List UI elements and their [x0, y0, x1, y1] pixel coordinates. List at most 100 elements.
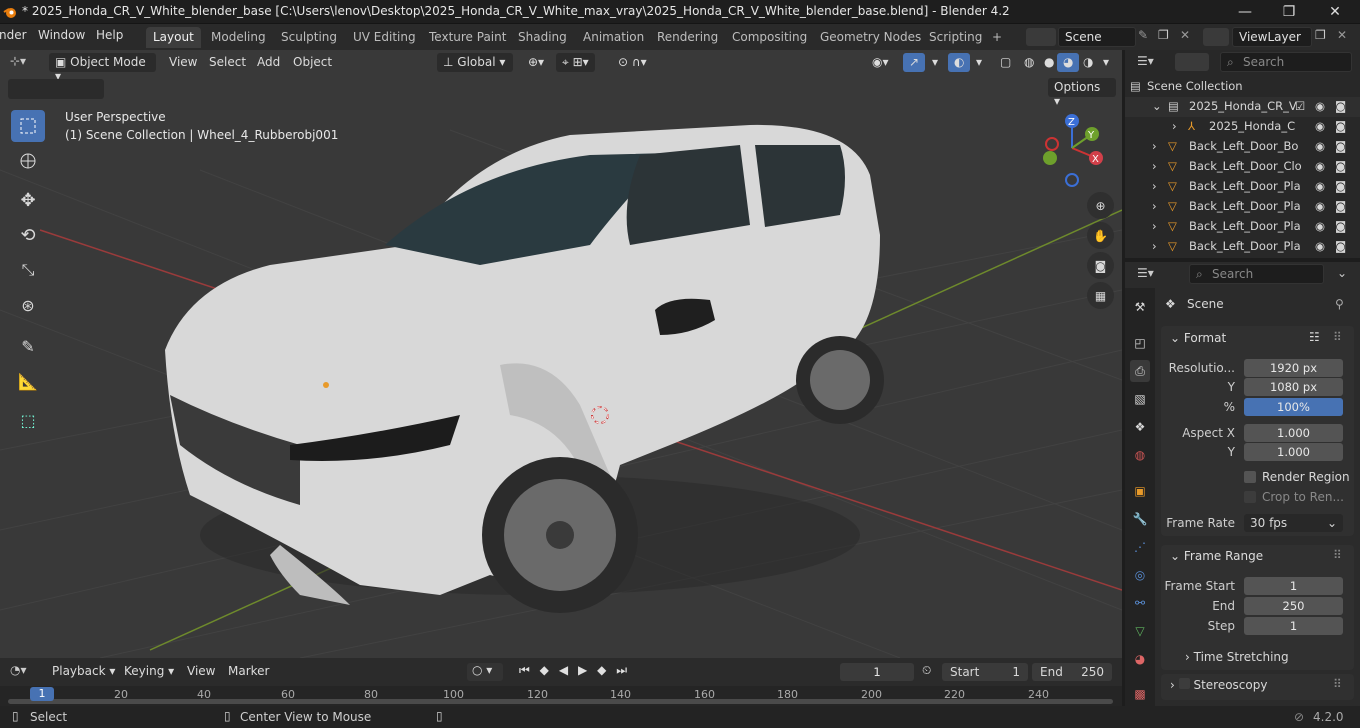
- drag-handle-icon[interactable]: ⠿: [1333, 548, 1342, 562]
- new-scene-icon[interactable]: ❐: [1158, 28, 1169, 42]
- display-mode-icon[interactable]: [1175, 53, 1209, 71]
- playback-menu[interactable]: Playback ▾: [46, 662, 121, 681]
- frame-rate-dropdown[interactable]: 30 fps ⌄: [1244, 514, 1343, 532]
- timer-icon[interactable]: ⏲: [922, 663, 931, 678]
- end-frame-field[interactable]: End 250: [1032, 663, 1112, 681]
- car-model[interactable]: [150, 115, 890, 635]
- eye-icon[interactable]: ◉: [1315, 159, 1325, 173]
- crop-checkbox[interactable]: [1244, 491, 1256, 503]
- object-tab-icon[interactable]: ▣: [1130, 480, 1150, 502]
- render-region-checkbox[interactable]: [1244, 471, 1256, 483]
- resolution-percentage-slider[interactable]: 100%: [1244, 398, 1343, 416]
- frame-range-header[interactable]: ⌄ Frame Range: [1170, 549, 1263, 563]
- physics-tab-icon[interactable]: ◎: [1130, 564, 1150, 586]
- data-tab-icon[interactable]: ▽: [1130, 620, 1150, 642]
- prev-keyframe-icon[interactable]: ◆: [540, 663, 549, 681]
- outliner-row[interactable]: › ⅄ 2025_Honda_C ◉ ◙: [1125, 117, 1360, 137]
- drag-handle-icon[interactable]: ⠿: [1333, 330, 1342, 344]
- options-chevron-icon[interactable]: ⌄: [1337, 266, 1347, 280]
- outliner-row[interactable]: › ▽ Back_Left_Door_Bo ◉ ◙: [1125, 137, 1360, 157]
- selection-mode-icons[interactable]: [8, 79, 104, 99]
- tab-compositing[interactable]: Compositing: [725, 27, 814, 48]
- 3d-cursor-icon[interactable]: [589, 404, 611, 426]
- jump-end-icon[interactable]: ⏭: [616, 663, 627, 681]
- texture-tab-icon[interactable]: ▩: [1130, 683, 1150, 705]
- camera-icon[interactable]: ◙: [1335, 219, 1346, 233]
- gizmo-dropdown-icon[interactable]: ▾: [926, 53, 944, 72]
- playhead[interactable]: 1: [30, 687, 54, 701]
- view-layer-tab-icon[interactable]: ▧: [1130, 388, 1150, 410]
- presets-icon[interactable]: ☷: [1309, 330, 1320, 344]
- next-keyframe-icon[interactable]: ◆: [597, 663, 606, 681]
- resolution-x-field[interactable]: 1920 px: [1244, 359, 1343, 377]
- menu-view[interactable]: View: [163, 53, 203, 72]
- eye-icon[interactable]: ◉: [1315, 179, 1325, 193]
- camera-icon[interactable]: ◙: [1335, 119, 1346, 133]
- tab-scripting[interactable]: Scripting: [922, 27, 989, 48]
- start-frame-field[interactable]: Start 1: [942, 663, 1028, 681]
- outliner-row[interactable]: › ▽ Back_Left_Door_Pla ◉ ◙: [1125, 217, 1360, 237]
- aspect-x-field[interactable]: 1.000: [1244, 424, 1343, 442]
- output-tab-icon[interactable]: ⎙: [1130, 360, 1150, 382]
- marker-menu[interactable]: Marker: [222, 662, 275, 681]
- close-button[interactable]: ✕: [1312, 0, 1358, 24]
- format-header[interactable]: ⌄ Format: [1170, 331, 1226, 345]
- add-workspace-button[interactable]: +: [985, 27, 1009, 48]
- annotate-tool[interactable]: ✎: [11, 330, 45, 362]
- overlays-dropdown-icon[interactable]: ▾: [970, 53, 988, 72]
- frame-start-field[interactable]: 1: [1244, 577, 1343, 595]
- scene-selector-icon[interactable]: [1026, 28, 1056, 46]
- stereoscopy-checkbox[interactable]: [1178, 678, 1190, 689]
- time-stretching-subpanel[interactable]: › Time Stretching: [1185, 650, 1289, 664]
- modifiers-tab-icon[interactable]: 🔧: [1130, 508, 1150, 530]
- particles-tab-icon[interactable]: ⋰: [1130, 536, 1150, 558]
- menu-window[interactable]: Window: [33, 28, 90, 42]
- scene-field[interactable]: Scene: [1058, 27, 1136, 47]
- tab-rendering[interactable]: Rendering: [650, 27, 725, 48]
- outliner-row[interactable]: › ▽ Back_Left_Door_Pla ◉ ◙: [1125, 197, 1360, 217]
- rotate-tool[interactable]: ⟲: [11, 219, 45, 251]
- checkbox-icon[interactable]: ☑: [1295, 99, 1305, 113]
- measure-tool[interactable]: 📐: [11, 365, 45, 397]
- ortho-toggle-button[interactable]: ▦: [1087, 282, 1114, 309]
- play-reverse-icon[interactable]: ◀: [559, 663, 568, 681]
- frame-end-field[interactable]: 250: [1244, 597, 1343, 615]
- material-tab-icon[interactable]: ◕: [1130, 648, 1150, 670]
- camera-icon[interactable]: ◙: [1335, 179, 1346, 193]
- gizmo-toggle-icon[interactable]: ↗: [903, 53, 926, 72]
- timeline-editor-icon[interactable]: ◔▾: [10, 663, 27, 677]
- snap-icon[interactable]: ⌖ ⊞▾: [556, 53, 595, 72]
- pivot-icon[interactable]: ⊕▾: [522, 53, 550, 72]
- maximize-button[interactable]: ❐: [1266, 0, 1312, 24]
- minimize-button[interactable]: —: [1222, 0, 1268, 24]
- tab-geometry-nodes[interactable]: Geometry Nodes: [813, 27, 928, 48]
- frame-step-field[interactable]: 1: [1244, 617, 1343, 635]
- tab-sculpting[interactable]: Sculpting: [274, 27, 344, 48]
- delete-scene-icon[interactable]: ✕: [1180, 28, 1190, 42]
- visibility-icon[interactable]: ◉▾: [866, 53, 895, 72]
- outliner-root[interactable]: ▤ Scene Collection: [1125, 77, 1360, 97]
- proportional-edit-icon[interactable]: ⊙ ∩▾: [612, 53, 653, 72]
- eye-icon[interactable]: ◉: [1315, 139, 1325, 153]
- keying-menu[interactable]: Keying ▾: [118, 662, 180, 681]
- drag-handle-icon[interactable]: ⠿: [1333, 677, 1342, 691]
- pin-icon[interactable]: ✎: [1138, 28, 1148, 42]
- menu-render[interactable]: nder: [0, 28, 32, 42]
- scene-tab-icon[interactable]: ❖: [1130, 416, 1150, 438]
- menu-object[interactable]: Object: [287, 53, 338, 72]
- menu-help[interactable]: Help: [91, 28, 128, 42]
- timeline-view-menu[interactable]: View: [181, 662, 221, 681]
- render-tab-icon[interactable]: ◰: [1130, 332, 1150, 354]
- scale-tool[interactable]: ⤡: [11, 254, 45, 286]
- tool-tab-icon[interactable]: ⚒: [1130, 296, 1150, 318]
- eye-icon[interactable]: ◉: [1315, 219, 1325, 233]
- xray-icon[interactable]: ▢: [994, 53, 1017, 72]
- play-icon[interactable]: ▶: [578, 663, 587, 681]
- outliner-search-input[interactable]: ⌕ Search: [1220, 52, 1352, 72]
- viewlayer-selector-icon[interactable]: [1203, 28, 1229, 46]
- eye-icon[interactable]: ◉: [1315, 239, 1325, 253]
- pin-icon[interactable]: ⚲: [1335, 297, 1344, 311]
- eye-icon[interactable]: ◉: [1315, 119, 1325, 133]
- properties-editor-icon[interactable]: ☰▾: [1137, 266, 1154, 280]
- eye-icon[interactable]: ◉: [1315, 99, 1325, 113]
